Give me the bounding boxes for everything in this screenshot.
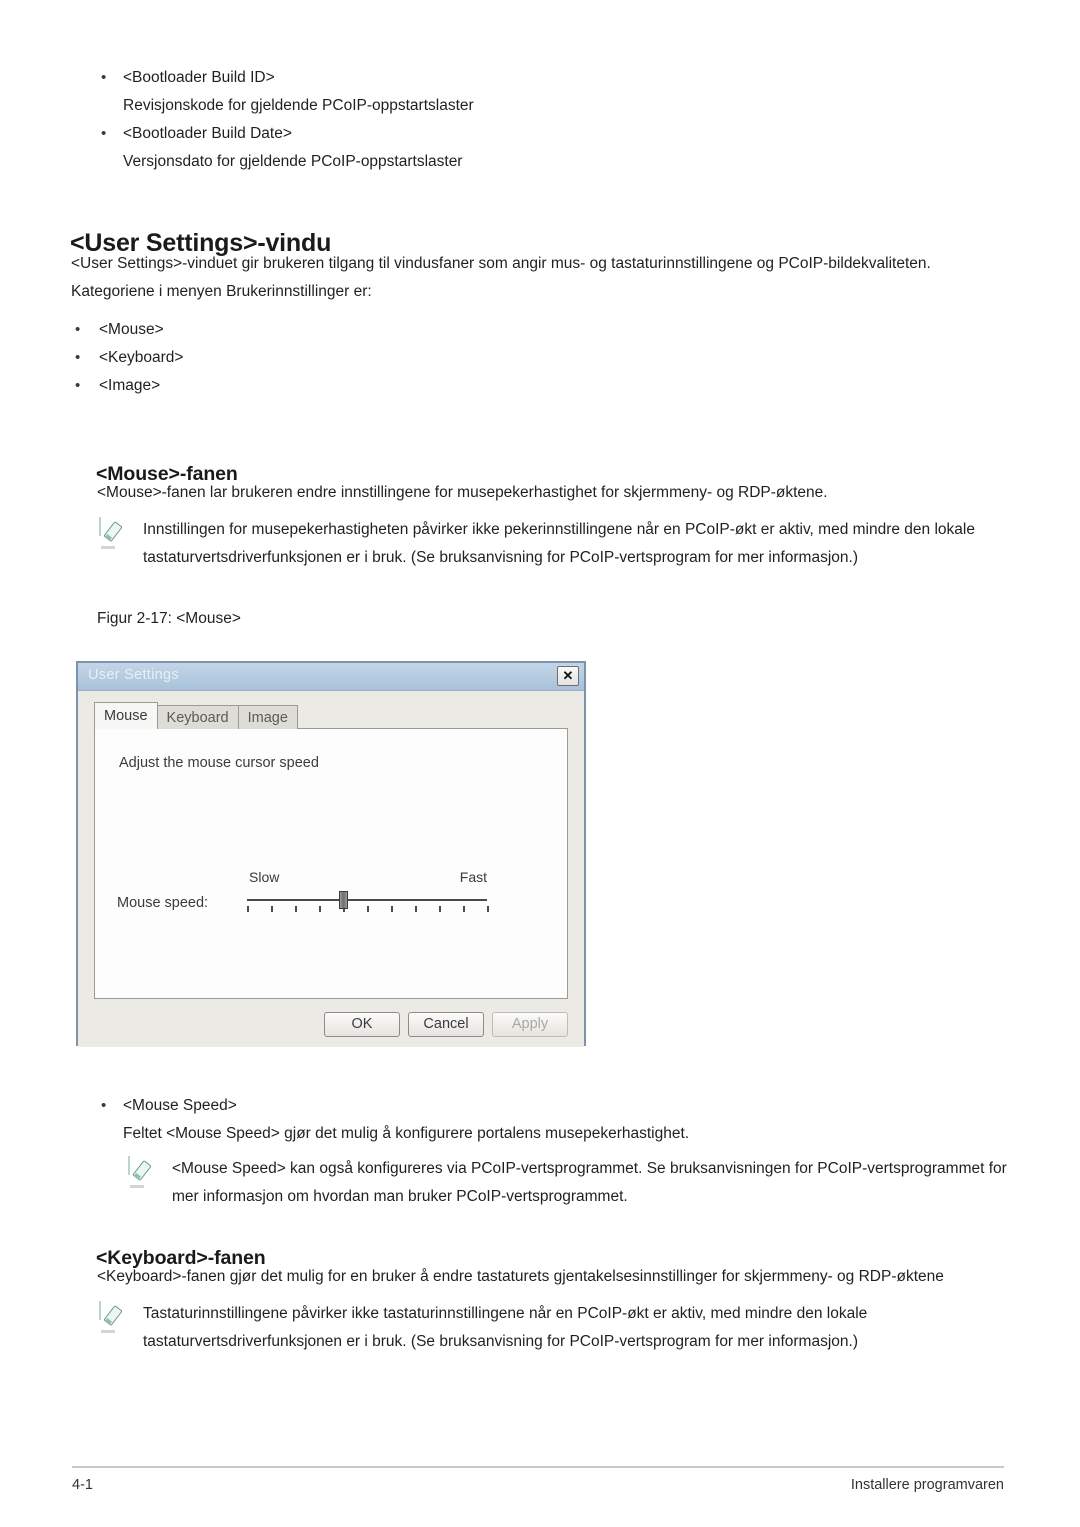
- ok-button[interactable]: OK: [324, 1012, 400, 1037]
- bullet-term: <Bootloader Build ID>: [123, 69, 275, 86]
- panel-heading: Adjust the mouse cursor speed: [119, 755, 319, 771]
- close-icon[interactable]: ✕: [557, 666, 579, 686]
- pencil-note-icon: [99, 1301, 127, 1333]
- mouse-speed-bullet-list: • <Mouse Speed> Feltet <Mouse Speed> gjø…: [97, 1092, 977, 1148]
- slider-tick: [367, 906, 369, 912]
- slider-tick: [319, 906, 321, 912]
- bullet-glyph: •: [75, 321, 81, 338]
- slider-thumb[interactable]: [339, 891, 348, 909]
- note-box-mouse-speed: <Mouse Speed> kan også konfigureres via …: [128, 1155, 1008, 1211]
- slider-max-label: Fast: [459, 869, 487, 885]
- category-label: <Image>: [99, 377, 161, 394]
- slider-tick: [415, 906, 417, 912]
- bullet-glyph: •: [101, 69, 107, 86]
- bullet-glyph: •: [101, 125, 107, 142]
- list-item: • <Mouse>: [71, 316, 571, 344]
- list-item: • <Keyboard>: [71, 344, 571, 372]
- mouse-speed-label: Mouse speed:: [117, 895, 209, 911]
- note-box-keyboard: Tastaturinnstillingene påvirker ikke tas…: [99, 1300, 999, 1356]
- footer-page-number: 4-1: [72, 1477, 93, 1493]
- mouse-tab-paragraph: <Mouse>-fanen lar brukeren endre innstil…: [97, 484, 828, 501]
- footer-divider: [72, 1466, 1004, 1468]
- dialog-body: Mouse Keyboard Image Adjust the mouse cu…: [78, 691, 584, 1047]
- bullet-term: <Mouse Speed>: [123, 1097, 237, 1114]
- list-item: • <Bootloader Build Date>: [97, 120, 957, 148]
- note-text: <Mouse Speed> kan også konfigureres via …: [172, 1160, 1007, 1205]
- category-label: <Keyboard>: [99, 349, 184, 366]
- note-text: Tastaturinnstillingene påvirker ikke tas…: [143, 1305, 868, 1350]
- slider-tick: [463, 906, 465, 912]
- tab-mouse[interactable]: Mouse: [94, 702, 158, 729]
- bullet-description: Versjonsdato for gjeldende PCoIP-oppstar…: [123, 153, 463, 170]
- bullet-description: Revisjonskode for gjeldende PCoIP-oppsta…: [123, 97, 474, 114]
- apply-button[interactable]: Apply: [492, 1012, 568, 1037]
- slider-tick: [247, 906, 249, 912]
- dialog-tabstrip: Mouse Keyboard Image: [94, 702, 298, 729]
- slider-tick: [439, 906, 441, 912]
- dialog-titlebar: User Settings ✕: [78, 663, 584, 691]
- bullet-term: <Bootloader Build Date>: [123, 125, 292, 142]
- bullet-description: Feltet <Mouse Speed> gjør det mulig å ko…: [123, 1125, 690, 1142]
- figure-caption: Figur 2-17: <Mouse>: [97, 610, 241, 627]
- list-item: • <Mouse Speed>: [97, 1092, 977, 1120]
- slider-track[interactable]: [247, 899, 487, 901]
- pencil-note-icon: [128, 1156, 156, 1188]
- list-item: • <Bootloader Build ID>: [97, 64, 957, 92]
- categories-lead-in: Kategoriene i menyen Brukerinnstillinger…: [71, 283, 372, 300]
- mouse-speed-slider[interactable]: Slow Fast: [247, 869, 489, 929]
- tab-panel-mouse: Adjust the mouse cursor speed Mouse spee…: [94, 728, 568, 999]
- dialog-title: User Settings: [88, 667, 179, 683]
- footer-section-name: Installere programvaren: [850, 1477, 1004, 1493]
- mouse-speed-slider-block: Mouse speed: Slow Fast: [117, 869, 551, 939]
- note-box-mouse: Innstillingen for musepekerhastigheten p…: [99, 516, 999, 572]
- tab-image[interactable]: Image: [237, 705, 298, 729]
- pencil-note-icon: [99, 517, 127, 549]
- bullet-glyph: •: [75, 349, 81, 366]
- user-settings-dialog: User Settings ✕ Mouse Keyboard Image Adj…: [76, 661, 586, 1047]
- slider-tick: [295, 906, 297, 912]
- intro-paragraph: <User Settings>-vinduet gir brukeren til…: [71, 255, 931, 272]
- note-text: Innstillingen for musepekerhastigheten p…: [143, 521, 975, 566]
- document-page: • <Bootloader Build ID> Revisjonskode fo…: [0, 0, 1080, 1527]
- cancel-button[interactable]: Cancel: [408, 1012, 484, 1037]
- category-list: • <Mouse> • <Keyboard> • <Image>: [71, 316, 571, 400]
- keyboard-tab-paragraph: <Keyboard>-fanen gjør det mulig for en b…: [97, 1268, 944, 1285]
- slider-tick: [271, 906, 273, 912]
- slider-tick: [391, 906, 393, 912]
- tab-keyboard[interactable]: Keyboard: [156, 705, 239, 729]
- dialog-button-row: OK Cancel Apply: [324, 1012, 568, 1037]
- category-label: <Mouse>: [99, 321, 164, 338]
- bootloader-bullet-list: • <Bootloader Build ID> Revisjonskode fo…: [97, 64, 957, 176]
- slider-tick: [487, 906, 489, 912]
- list-item: • <Image>: [71, 372, 571, 400]
- bullet-glyph: •: [75, 377, 81, 394]
- slider-ticks: [247, 906, 489, 913]
- bullet-glyph: •: [101, 1097, 107, 1114]
- slider-min-label: Slow: [249, 869, 280, 885]
